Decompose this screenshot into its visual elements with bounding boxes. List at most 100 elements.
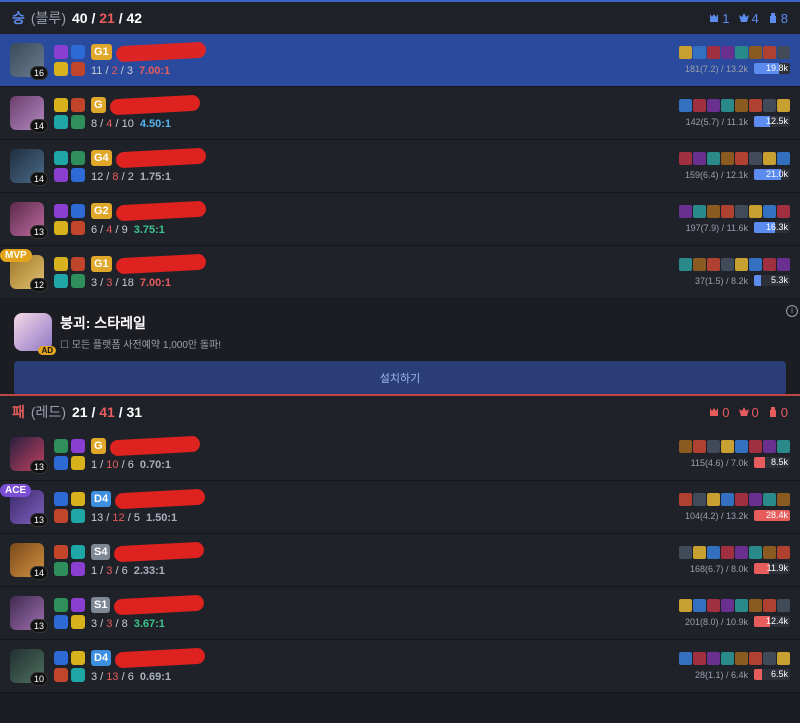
rune-icon[interactable] [71, 273, 85, 288]
rune-icon[interactable] [71, 561, 85, 576]
item-icon[interactable] [763, 440, 776, 453]
item-icon[interactable] [707, 546, 720, 559]
rune-icon[interactable] [71, 167, 85, 182]
summoner-spell-icon[interactable] [71, 597, 85, 612]
item-icon[interactable] [721, 546, 734, 559]
summoner-spell-icon[interactable] [54, 650, 68, 665]
champion-portrait[interactable]: 14 [10, 149, 48, 186]
item-icon[interactable] [679, 599, 692, 612]
item-icon[interactable] [777, 205, 790, 218]
summoner-spell-icon[interactable] [54, 597, 68, 612]
item-icon[interactable] [693, 652, 706, 665]
item-icon[interactable] [707, 205, 720, 218]
rune-icon[interactable] [54, 220, 68, 235]
player-row[interactable]: 14 S4 1 / 3 / 6 2.33:1 168(6.7) / 8.0k 11.9k [0, 534, 800, 587]
item-icon[interactable] [777, 599, 790, 612]
item-icon[interactable] [721, 652, 734, 665]
item-icon[interactable] [777, 440, 790, 453]
item-icon[interactable] [679, 99, 692, 112]
player-row[interactable]: 10 D4 3 / 13 / 6 0.69:1 28(1.1) / 6.4k 6.5k [0, 640, 800, 693]
item-icon[interactable] [777, 493, 790, 506]
summoner-spell-icon[interactable] [71, 544, 85, 559]
item-icon[interactable] [721, 599, 734, 612]
champion-portrait[interactable]: MVP 12 [0, 249, 48, 292]
rune-icon[interactable] [71, 667, 85, 682]
item-icon[interactable] [693, 258, 706, 271]
item-icon[interactable] [749, 152, 762, 165]
summoner-spell-icon[interactable] [54, 203, 68, 218]
item-icon[interactable] [763, 99, 776, 112]
player-row[interactable]: 13 S1 3 / 3 / 8 3.67:1 201(8.0) / 10.9k 12.4k [0, 587, 800, 640]
item-icon[interactable] [693, 99, 706, 112]
rune-icon[interactable] [71, 114, 85, 129]
item-icon[interactable] [679, 46, 692, 59]
item-icon[interactable] [721, 99, 734, 112]
item-icon[interactable] [693, 440, 706, 453]
item-icon[interactable] [735, 258, 748, 271]
item-icon[interactable] [735, 152, 748, 165]
rune-icon[interactable] [71, 614, 85, 629]
item-icon[interactable] [707, 152, 720, 165]
item-icon[interactable] [749, 440, 762, 453]
player-row[interactable]: 16 G1 11 / 2 / 3 7.00:1 181(7.2) / 13.2k 19.8… [0, 34, 800, 87]
item-icon[interactable] [693, 205, 706, 218]
item-icon[interactable] [735, 599, 748, 612]
champion-portrait[interactable]: 13 [10, 437, 48, 474]
item-icon[interactable] [749, 546, 762, 559]
item-icon[interactable] [777, 152, 790, 165]
item-icon[interactable] [735, 205, 748, 218]
summoner-spell-icon[interactable] [54, 97, 68, 112]
champion-portrait[interactable]: 16 [10, 43, 48, 80]
item-icon[interactable] [749, 599, 762, 612]
item-icon[interactable] [763, 599, 776, 612]
item-icon[interactable] [707, 440, 720, 453]
rune-icon[interactable] [54, 455, 68, 470]
champion-portrait[interactable]: 13 [10, 202, 48, 239]
item-icon[interactable] [693, 152, 706, 165]
item-icon[interactable] [763, 652, 776, 665]
player-row[interactable]: 13 G2 6 / 4 / 9 3.75:1 197(7.9) / 11.6k 16.3k [0, 193, 800, 246]
item-icon[interactable] [721, 152, 734, 165]
summoner-spell-icon[interactable] [54, 150, 68, 165]
summoner-spell-icon[interactable] [71, 203, 85, 218]
item-icon[interactable] [763, 205, 776, 218]
summoner-spell-icon[interactable] [54, 256, 68, 271]
item-icon[interactable] [707, 258, 720, 271]
item-icon[interactable] [721, 205, 734, 218]
install-button[interactable]: 설치하기 [14, 361, 786, 395]
player-row[interactable]: 14 G 8 / 4 / 10 4.50:1 142(5.7) / 11.1k 12.5k [0, 87, 800, 140]
item-icon[interactable] [693, 546, 706, 559]
item-icon[interactable] [707, 493, 720, 506]
item-icon[interactable] [735, 652, 748, 665]
item-icon[interactable] [679, 652, 692, 665]
item-icon[interactable] [721, 258, 734, 271]
champion-portrait[interactable]: 10 [10, 649, 48, 686]
player-row[interactable]: ACE 13 D4 13 / 12 / 5 1.50:1 104(4.2) / 13.2k… [0, 481, 800, 534]
rune-icon[interactable] [54, 61, 68, 76]
item-icon[interactable] [707, 46, 720, 59]
item-icon[interactable] [735, 99, 748, 112]
summoner-spell-icon[interactable] [71, 44, 85, 59]
item-icon[interactable] [693, 493, 706, 506]
item-icon[interactable] [721, 440, 734, 453]
rune-icon[interactable] [54, 561, 68, 576]
rune-icon[interactable] [71, 220, 85, 235]
item-icon[interactable] [749, 652, 762, 665]
summoner-spell-icon[interactable] [54, 44, 68, 59]
item-icon[interactable] [749, 258, 762, 271]
item-icon[interactable] [749, 46, 762, 59]
item-icon[interactable] [679, 493, 692, 506]
rune-icon[interactable] [54, 167, 68, 182]
item-icon[interactable] [777, 652, 790, 665]
champion-portrait[interactable]: 13 [10, 596, 48, 633]
item-icon[interactable] [777, 258, 790, 271]
rune-icon[interactable] [71, 508, 85, 523]
rune-icon[interactable] [54, 114, 68, 129]
item-icon[interactable] [707, 652, 720, 665]
champion-portrait[interactable]: ACE 13 [0, 484, 48, 527]
item-icon[interactable] [735, 546, 748, 559]
item-icon[interactable] [763, 46, 776, 59]
item-icon[interactable] [777, 46, 790, 59]
summoner-spell-icon[interactable] [71, 256, 85, 271]
item-icon[interactable] [679, 440, 692, 453]
